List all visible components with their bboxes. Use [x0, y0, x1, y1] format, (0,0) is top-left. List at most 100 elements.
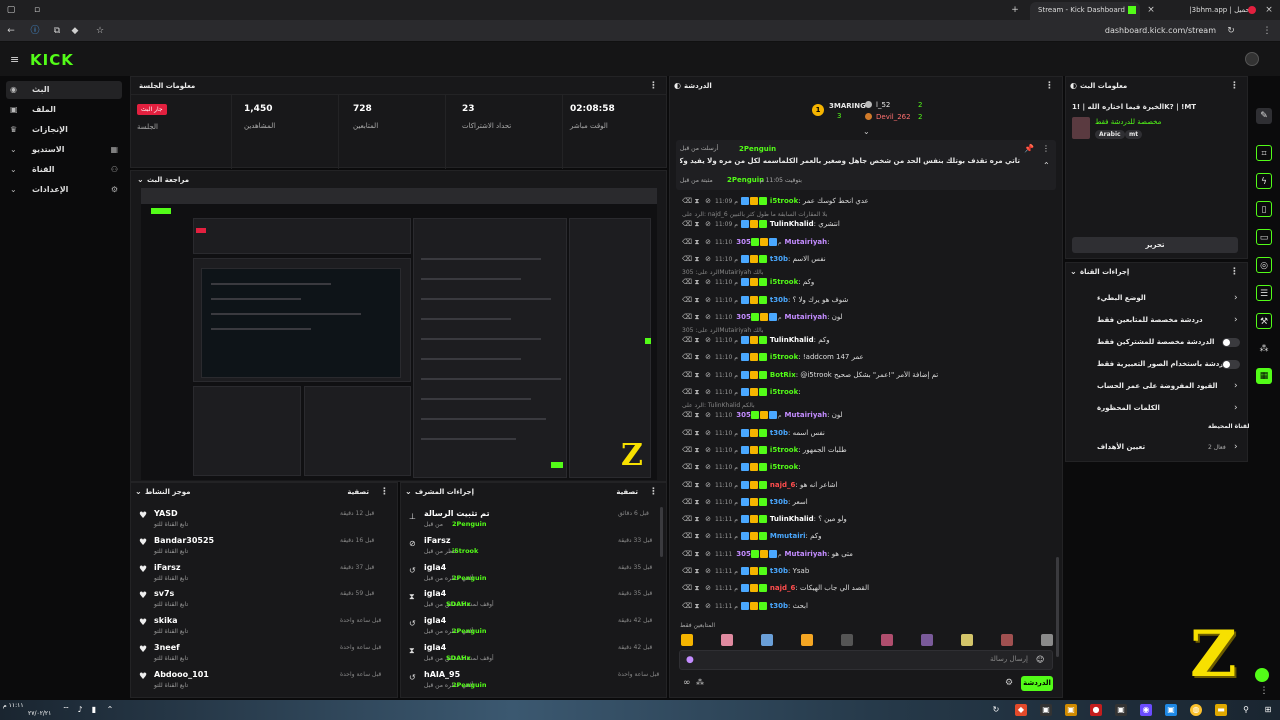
- delete-message-icon[interactable]: ⌫: [682, 515, 692, 523]
- chat-username[interactable]: najd_6: [770, 584, 796, 592]
- app-icon[interactable]: ▣: [1165, 704, 1177, 716]
- timeout-icon[interactable]: ⧗: [693, 567, 701, 575]
- top-supporter-name[interactable]: 3MARING: [829, 102, 866, 110]
- reload-icon[interactable]: ↻: [1226, 26, 1236, 36]
- broadcast-icon[interactable]: ◎: [1256, 257, 1272, 273]
- collapse-icon[interactable]: ⌄: [405, 487, 412, 496]
- chat-username[interactable]: TulinKhalid: [770, 515, 814, 523]
- chat-username[interactable]: Mmutairi: [770, 532, 806, 540]
- category-thumbnail[interactable]: [1072, 117, 1090, 139]
- reply-context[interactable]: الرد على: 305Mutairiyah بالك: [682, 269, 763, 276]
- users-icon[interactable]: ⁂: [696, 678, 704, 687]
- reply-context[interactable]: الرد على: najd_6 بلا المقارات السابقة ما…: [682, 211, 827, 218]
- wrench-icon[interactable]: ⚒: [1256, 313, 1272, 329]
- pinned-footer-author[interactable]: 2Penguin: [727, 176, 764, 184]
- delete-message-icon[interactable]: ⌫: [682, 220, 692, 228]
- chat-username[interactable]: BotRix: [770, 371, 796, 379]
- ban-user-icon[interactable]: ⊘: [704, 429, 712, 437]
- ban-user-icon[interactable]: ⊘: [704, 411, 712, 419]
- mod-action-target[interactable]: igla4: [424, 589, 446, 598]
- chat-username[interactable]: i5trook: [770, 197, 798, 205]
- delete-message-icon[interactable]: ⌫: [682, 481, 692, 489]
- activity-username[interactable]: iFarsz: [154, 563, 181, 572]
- obs-icon[interactable]: ◉: [1140, 704, 1152, 716]
- ban-user-icon[interactable]: ⊘: [704, 515, 712, 523]
- filter-button[interactable]: تصفية: [616, 488, 638, 496]
- app-icon[interactable]: ▣: [1065, 704, 1077, 716]
- stream-category[interactable]: مخصصة للدردشة فقط: [1095, 118, 1161, 126]
- delete-message-icon[interactable]: ⌫: [682, 411, 692, 419]
- url-text[interactable]: dashboard.kick.com/stream: [1105, 26, 1216, 35]
- delete-message-icon[interactable]: ⌫: [682, 296, 692, 304]
- pin-icon[interactable]: 📌: [1024, 144, 1034, 153]
- mod-action-moderator[interactable]: i5trook: [452, 547, 478, 555]
- chat-username[interactable]: t30b: [770, 602, 788, 610]
- activity-username[interactable]: 3neef: [154, 643, 180, 652]
- wifi-icon[interactable]: ⌔: [60, 704, 72, 716]
- more-options-icon[interactable]: ⋮: [1230, 81, 1239, 91]
- channel-action-toggle[interactable]: [1222, 338, 1240, 347]
- delete-message-icon[interactable]: ⌫: [682, 388, 692, 396]
- timeout-icon[interactable]: ⧗: [693, 313, 701, 321]
- channel-action-toggle[interactable]: [1222, 360, 1240, 369]
- close-window-icon[interactable]: ×: [1264, 5, 1274, 15]
- chat-username[interactable]: t30b: [770, 498, 788, 506]
- chat-username[interactable]: TulinKhalid: [770, 336, 814, 344]
- scrollbar[interactable]: [660, 507, 663, 557]
- chat-username[interactable]: i5trook: [770, 388, 798, 396]
- delete-message-icon[interactable]: ⌫: [682, 602, 692, 610]
- volume-icon[interactable]: ♪: [74, 704, 86, 716]
- delete-message-icon[interactable]: ⌫: [682, 238, 692, 246]
- ban-user-icon[interactable]: ⊘: [704, 278, 712, 286]
- activity-username[interactable]: sv7s: [154, 589, 174, 598]
- delete-message-icon[interactable]: ⌫: [682, 197, 692, 205]
- sidebar-item-settings[interactable]: ⌄ الإعدادات ⚙: [6, 181, 122, 199]
- sidebar-item-achievements[interactable]: ♛ الإنجازات: [6, 121, 122, 139]
- windows-start-icon[interactable]: ⊞: [1262, 704, 1274, 716]
- filter-button[interactable]: تصفية: [347, 488, 369, 496]
- delete-message-icon[interactable]: ⌫: [682, 584, 692, 592]
- app-icon[interactable]: ▣: [1040, 704, 1052, 716]
- mod-action-target[interactable]: igla4: [424, 616, 446, 625]
- close-tab-icon[interactable]: ×: [1146, 5, 1156, 15]
- hamburger-menu-icon[interactable]: ≡: [10, 53, 19, 66]
- chevron-right-icon[interactable]: ›: [1234, 293, 1238, 303]
- mod-action-target[interactable]: igla4: [424, 563, 446, 572]
- emote-shortcut[interactable]: [801, 634, 813, 646]
- chat-username[interactable]: TulinKhalid: [770, 220, 814, 228]
- mod-action-target[interactable]: igla4: [424, 643, 446, 652]
- delete-message-icon[interactable]: ⌫: [682, 313, 692, 321]
- timeout-icon[interactable]: ⧗: [693, 532, 701, 540]
- tag-chip[interactable]: mt: [1125, 130, 1143, 139]
- tab-kick-dashboard[interactable]: Stream - Kick Dashboard: [1030, 2, 1140, 20]
- mod-action-moderator[interactable]: 2Penguin: [452, 574, 486, 582]
- more-options-icon[interactable]: ⋮: [649, 81, 658, 91]
- user-avatar[interactable]: [1245, 52, 1259, 66]
- send-chat-button[interactable]: الدردشة: [1021, 676, 1053, 691]
- delete-message-icon[interactable]: ⌫: [682, 446, 692, 454]
- collapse-icon[interactable]: ⌄: [135, 487, 142, 496]
- sidebar-item-broadcast[interactable]: ◉ البث: [6, 81, 122, 99]
- chat-scrollbar[interactable]: [1056, 557, 1059, 657]
- ban-user-icon[interactable]: ⊘: [704, 313, 712, 321]
- mod-action-moderator[interactable]: SDAHx: [446, 600, 471, 608]
- ban-user-icon[interactable]: ⊘: [704, 463, 712, 471]
- chevron-right-icon[interactable]: ›: [1234, 315, 1238, 325]
- mod-action-target[interactable]: hAIA_95: [424, 670, 460, 679]
- emote-shortcut[interactable]: [1001, 634, 1013, 646]
- mod-action-moderator[interactable]: 2Penguin: [452, 627, 486, 635]
- timeout-icon[interactable]: ⧗: [693, 463, 701, 471]
- delete-message-icon[interactable]: ⌫: [682, 463, 692, 471]
- delete-message-icon[interactable]: ⌫: [682, 353, 692, 361]
- emote-shortcut[interactable]: [681, 634, 693, 646]
- timeout-icon[interactable]: ⧗: [693, 515, 701, 523]
- ban-user-icon[interactable]: ⊘: [704, 532, 712, 540]
- emote-shortcut[interactable]: [841, 634, 853, 646]
- top-supporter-name[interactable]: Devil_262: [876, 113, 911, 121]
- ban-user-icon[interactable]: ⊘: [704, 220, 712, 228]
- chevron-up-icon[interactable]: ⌃: [104, 704, 116, 716]
- more-options-icon[interactable]: ⋮: [1042, 144, 1050, 153]
- chat-username[interactable]: t30b: [770, 429, 788, 437]
- app-icon[interactable]: ▣: [1115, 704, 1127, 716]
- ban-user-icon[interactable]: ⊘: [704, 584, 712, 592]
